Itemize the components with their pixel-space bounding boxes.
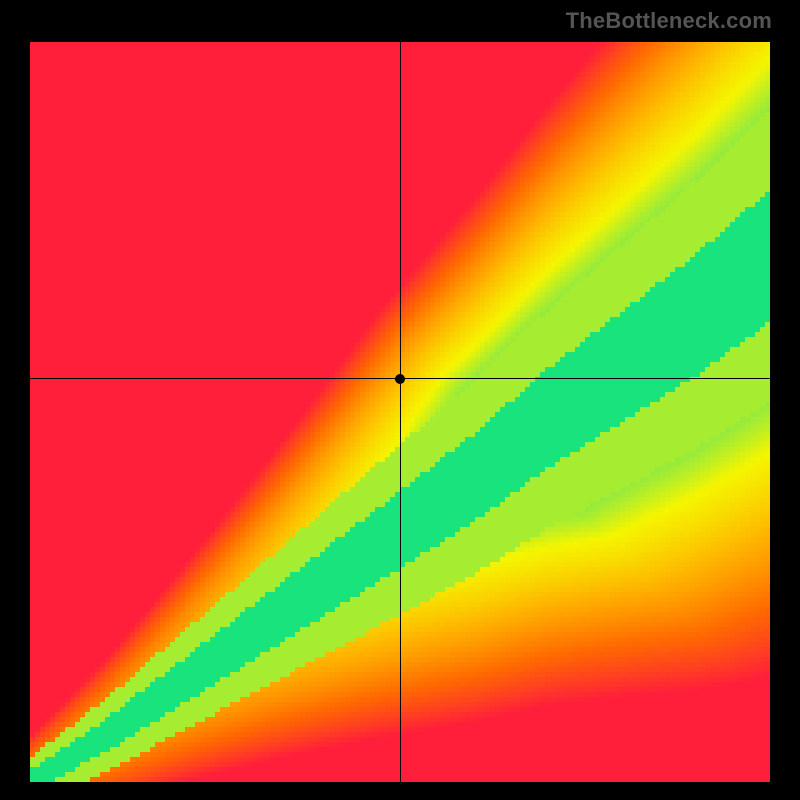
attribution-text: TheBottleneck.com — [566, 8, 772, 34]
chart-container: TheBottleneck.com — [0, 0, 800, 800]
data-point-marker — [395, 374, 405, 384]
plot-area — [30, 42, 770, 782]
crosshair-vertical — [400, 42, 401, 782]
